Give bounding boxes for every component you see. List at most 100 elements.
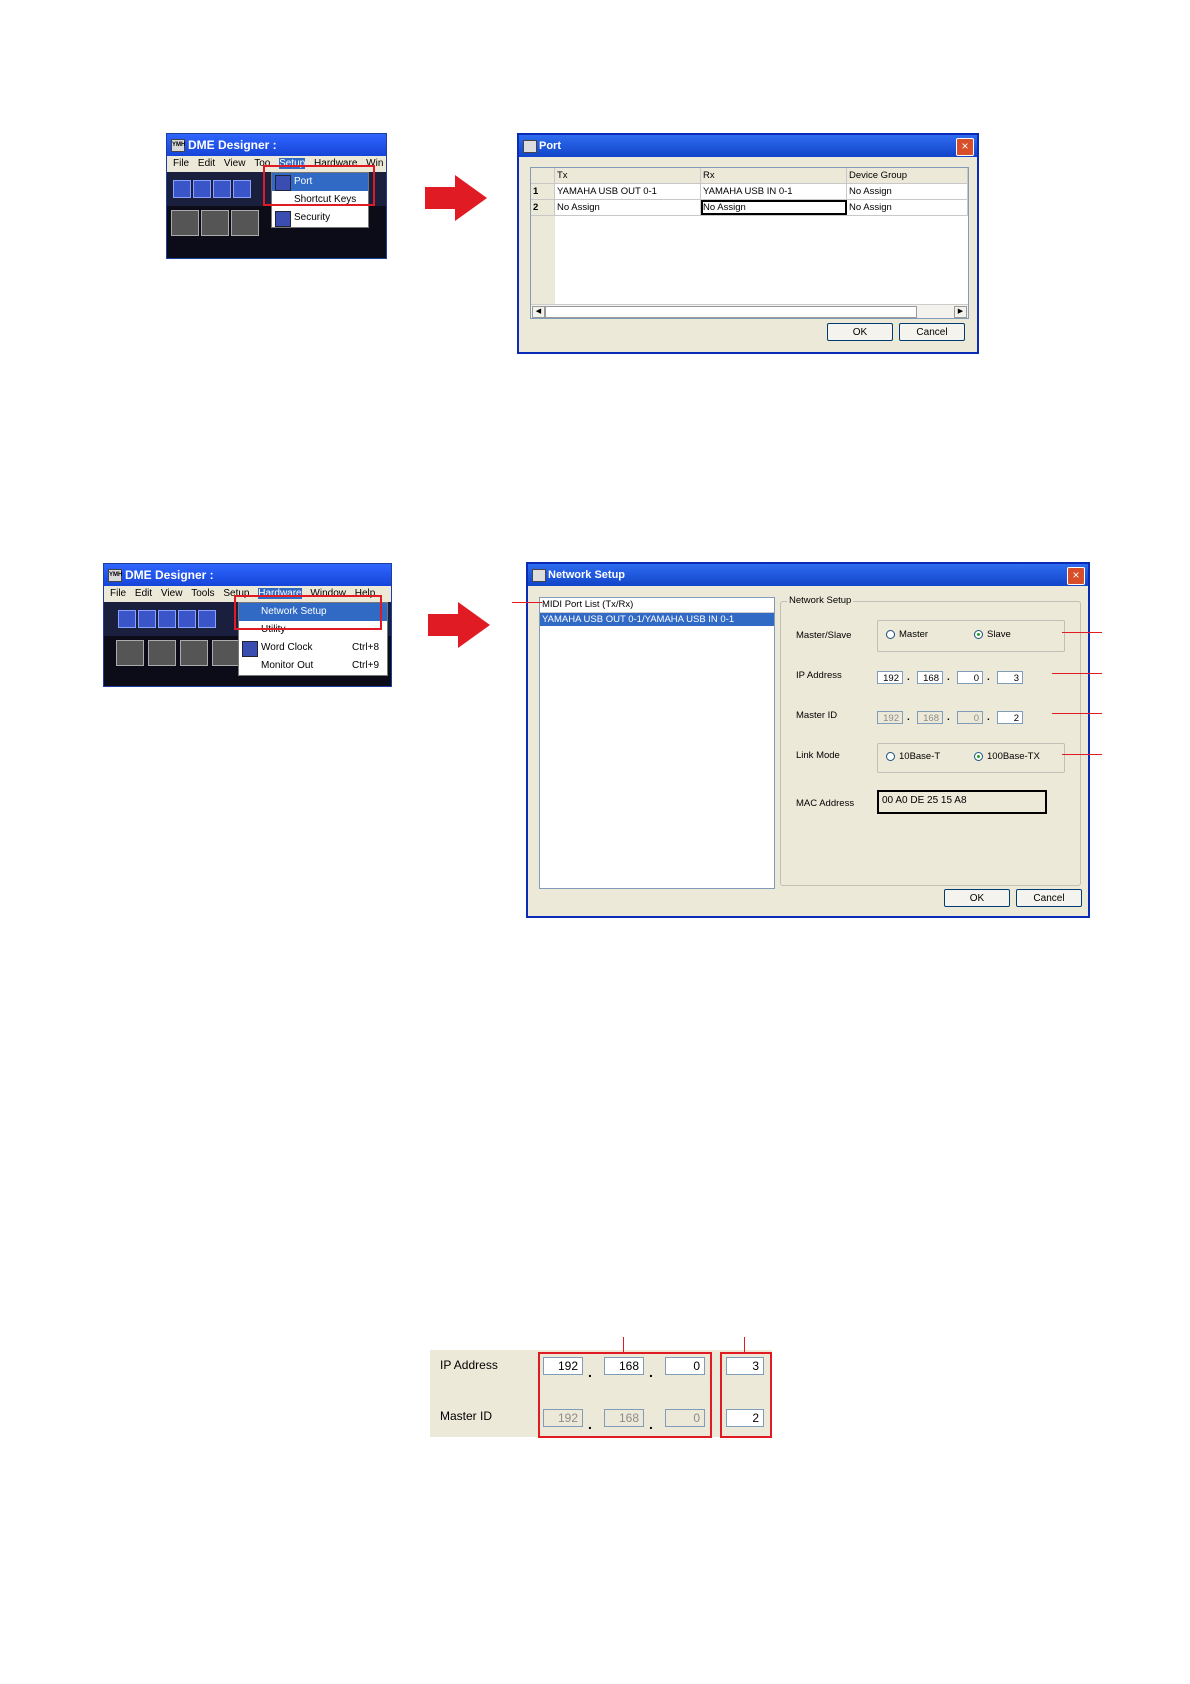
network-setup-dialog: Network Setup × MIDI Port List (Tx/Rx) Y… xyxy=(526,562,1090,918)
ok-button[interactable]: OK xyxy=(944,889,1010,907)
rx-cell-selected[interactable]: No Assign xyxy=(701,200,847,215)
component-icon[interactable] xyxy=(171,210,199,236)
save-icon[interactable] xyxy=(138,610,156,628)
app-icon: YMH xyxy=(171,139,185,153)
document-icon[interactable] xyxy=(201,210,229,236)
document-icon[interactable] xyxy=(148,640,176,666)
list-item[interactable]: YAMAHA USB OUT 0-1/YAMAHA USB IN 0-1 xyxy=(540,613,774,626)
callout-line-network-portion xyxy=(623,1337,624,1353)
scroll-right-icon[interactable]: ▶ xyxy=(954,306,967,318)
tuning-icon[interactable] xyxy=(180,640,208,666)
row-number: 2 xyxy=(531,200,555,215)
ip-octet-2[interactable]: 168 xyxy=(917,671,943,684)
radio-checked-icon xyxy=(974,629,983,639)
arrow-right-icon xyxy=(428,602,490,648)
close-icon[interactable]: × xyxy=(956,138,974,156)
rx-cell[interactable]: YAMAHA USB IN 0-1 xyxy=(701,184,847,199)
table-row: 2 No Assign No Assign No Assign xyxy=(531,200,968,216)
callout-line-ip xyxy=(1052,673,1102,674)
ip-octet-1[interactable]: 192 xyxy=(877,671,903,684)
menu-item-monitor-out[interactable]: Monitor Out Ctrl+9 xyxy=(239,657,387,675)
master-id-octet-1: 192 xyxy=(877,711,903,724)
menu-item-security[interactable]: Security xyxy=(272,209,368,227)
link-100base-radio[interactable]: 100Base-TX xyxy=(974,751,1040,762)
master-id-octet-2: 168 xyxy=(917,711,943,724)
col-rx: Rx xyxy=(701,168,847,183)
radio-checked-icon xyxy=(974,751,983,761)
master-slave-label: Master/Slave xyxy=(796,630,852,641)
tx-cell[interactable]: YAMAHA USB OUT 0-1 xyxy=(555,184,701,199)
undo-icon[interactable] xyxy=(213,180,231,198)
redo-icon[interactable] xyxy=(233,180,251,198)
highlight-setup-port xyxy=(263,165,375,206)
midi-port-list[interactable]: MIDI Port List (Tx/Rx) YAMAHA USB OUT 0-… xyxy=(539,597,775,889)
menu-tools[interactable]: Tools xyxy=(191,588,214,599)
menu-view[interactable]: View xyxy=(161,588,183,599)
network-setup-group: Network Setup Master/Slave Master Slave … xyxy=(780,595,1081,886)
menu-edit[interactable]: Edit xyxy=(198,158,215,169)
window-title-bar: YMH DME Designer : xyxy=(167,134,386,156)
ip-dot: . xyxy=(987,712,990,723)
close-icon[interactable]: × xyxy=(1067,567,1085,585)
port-dialog-titlebar: Port xyxy=(519,135,977,157)
menu-item-word-clock[interactable]: Word Clock Ctrl+8 xyxy=(239,639,387,657)
port-dialog: Port × Tx Rx Device Group 1 YAMAHA USB O… xyxy=(517,133,979,354)
network-dialog-titlebar: Network Setup xyxy=(528,564,1088,586)
ip-dot: . xyxy=(907,712,910,723)
scroll-left-icon[interactable]: ◀ xyxy=(532,306,545,318)
cancel-button[interactable]: Cancel xyxy=(1016,889,1082,907)
zoom-master-id-label: Master ID xyxy=(440,1409,493,1423)
ip-octet-4[interactable]: 3 xyxy=(997,671,1023,684)
redo-icon[interactable] xyxy=(178,610,196,628)
menu-view[interactable]: View xyxy=(224,158,246,169)
device-group-cell[interactable]: No Assign xyxy=(847,200,968,215)
highlight-network-setup xyxy=(234,595,382,630)
menu-edit[interactable]: Edit xyxy=(135,588,152,599)
scroll-thumb[interactable] xyxy=(545,306,917,318)
dialog-icon xyxy=(523,140,537,153)
master-radio[interactable]: Master xyxy=(886,629,928,640)
menu-file[interactable]: File xyxy=(173,158,189,169)
grid-header: Tx Rx Device Group xyxy=(531,168,968,184)
device-group-cell[interactable]: No Assign xyxy=(847,184,968,199)
master-id-octet-4[interactable]: 2 xyxy=(997,711,1023,724)
redo2-icon[interactable] xyxy=(198,610,216,628)
callout-line-host-portion xyxy=(744,1337,745,1353)
mac-address-field: 00 A0 DE 25 15 A8 xyxy=(877,790,1047,814)
open-icon[interactable] xyxy=(173,180,191,198)
row-number: 1 xyxy=(531,184,555,199)
ip-dot: . xyxy=(947,672,950,683)
horizontal-scrollbar[interactable]: ◀ ▶ xyxy=(531,304,968,318)
mac-address-label: MAC Address xyxy=(796,798,855,809)
menu-file[interactable]: File xyxy=(110,588,126,599)
ip-octet-3[interactable]: 0 xyxy=(957,671,983,684)
master-id-label: Master ID xyxy=(796,710,838,721)
link-10base-radio[interactable]: 10Base-T xyxy=(886,751,940,762)
component-icon[interactable] xyxy=(116,640,144,666)
tx-cell[interactable]: No Assign xyxy=(555,200,701,215)
ip-dot: . xyxy=(947,712,950,723)
word-clock-icon xyxy=(242,641,258,657)
group-label: Network Setup xyxy=(787,595,854,606)
undo-icon[interactable] xyxy=(158,610,176,628)
tuning-icon[interactable] xyxy=(231,210,259,236)
ok-button[interactable]: OK xyxy=(827,323,893,341)
zoom-ip-label: IP Address xyxy=(440,1358,498,1372)
callout-line-link-mode xyxy=(1062,754,1102,755)
highlight-host-portion xyxy=(720,1352,772,1438)
grid-corner xyxy=(531,168,555,183)
save-icon[interactable] xyxy=(193,180,211,198)
row-header-column xyxy=(531,216,555,304)
open-icon[interactable] xyxy=(118,610,136,628)
link-mode-box: 10Base-T 100Base-TX xyxy=(877,743,1065,773)
security-icon xyxy=(275,211,291,227)
cancel-button[interactable]: Cancel xyxy=(899,323,965,341)
table-row: 1 YAMAHA USB OUT 0-1 YAMAHA USB IN 0-1 N… xyxy=(531,184,968,200)
callout-line-master-slave xyxy=(1062,632,1102,633)
port-list-header: MIDI Port List (Tx/Rx) xyxy=(540,598,774,613)
slave-radio[interactable]: Slave xyxy=(974,629,1011,640)
radio-icon xyxy=(886,751,895,761)
monitor-icon[interactable] xyxy=(212,640,240,666)
col-device-group: Device Group xyxy=(847,168,968,183)
link-mode-label: Link Mode xyxy=(796,750,840,761)
